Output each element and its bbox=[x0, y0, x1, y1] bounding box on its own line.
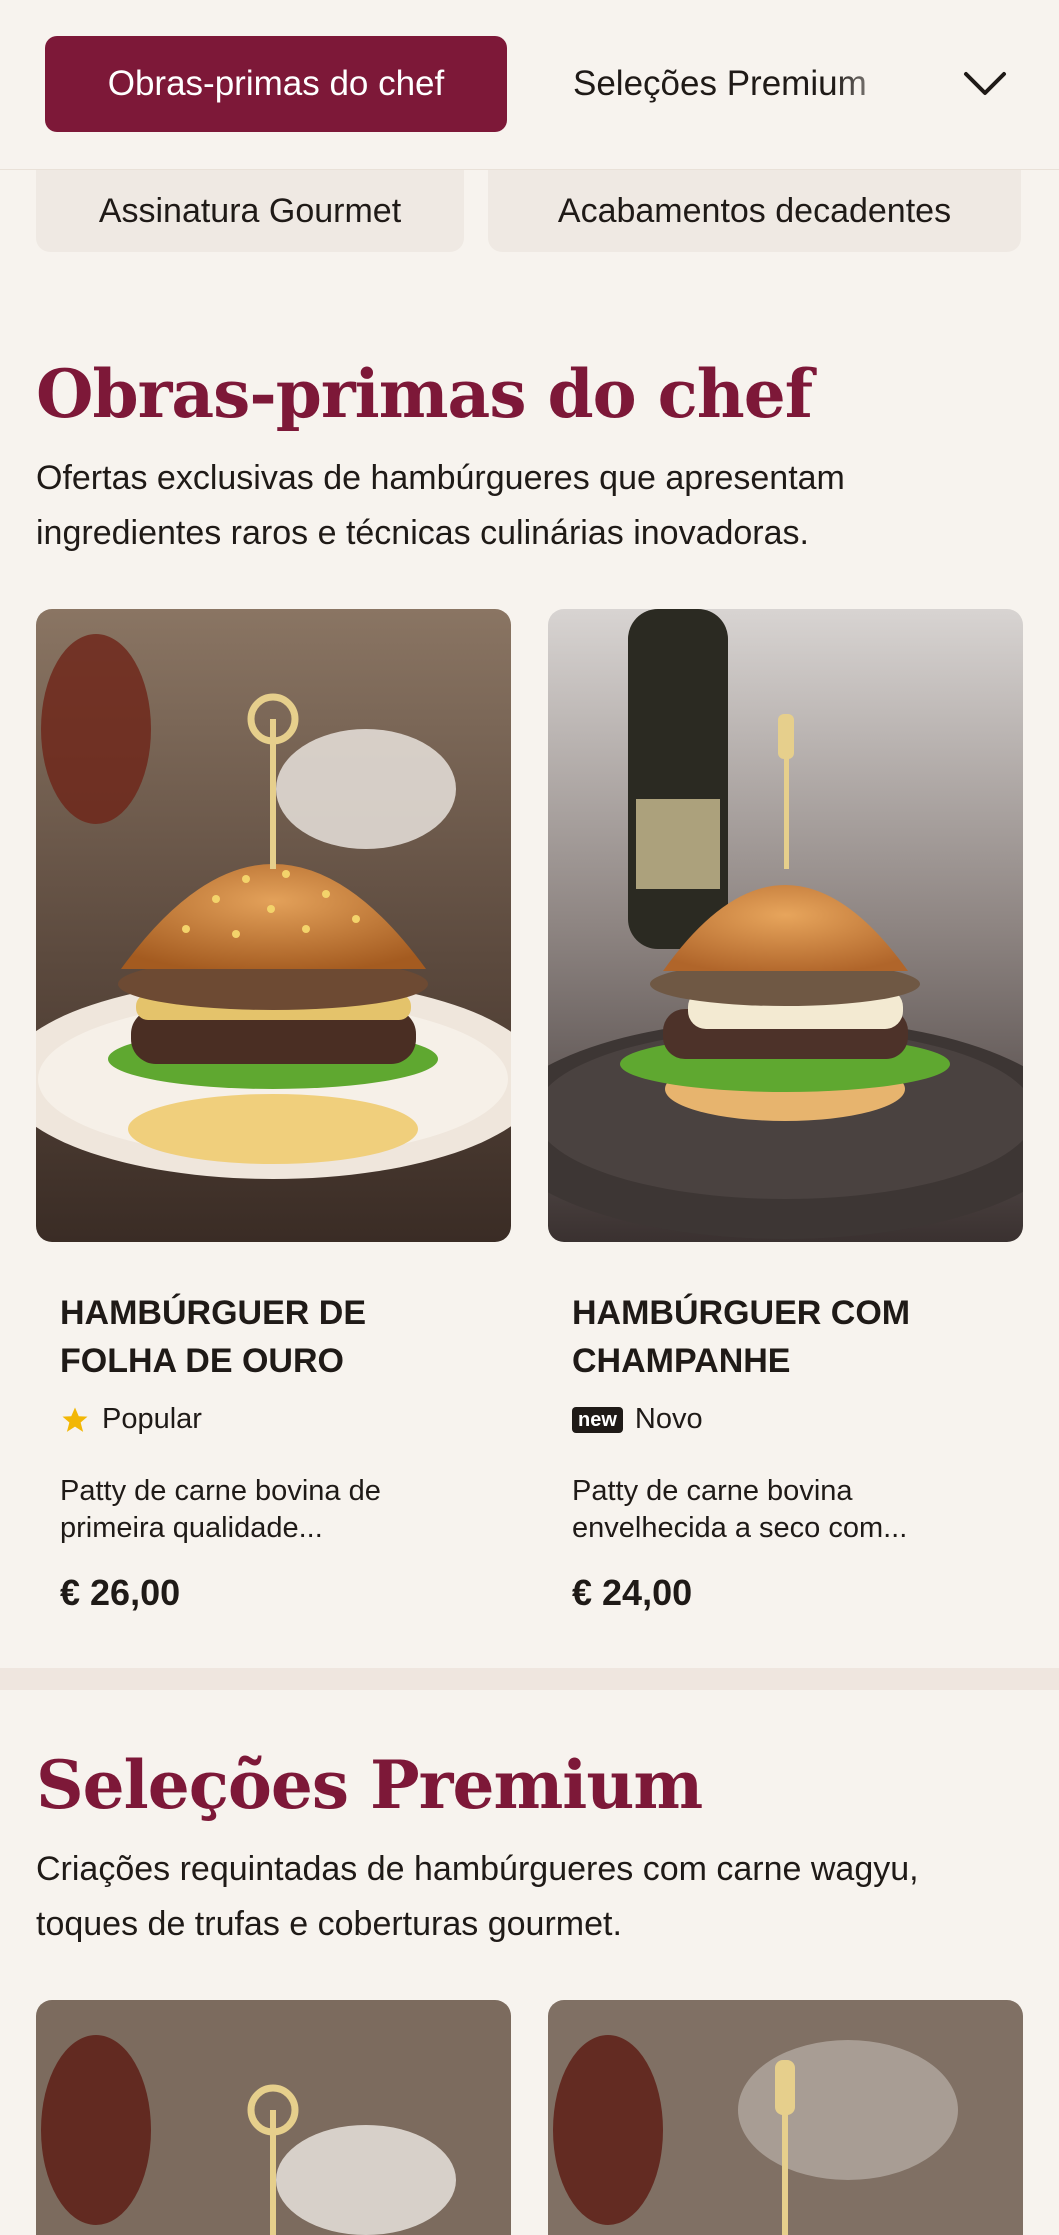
section-description: Criações requintadas de hambúrgueres com… bbox=[36, 1850, 919, 1943]
product-title[interactable]: HAMBÚRGUER DE FOLHA DE OURO bbox=[60, 1289, 480, 1385]
product-image-premium-1[interactable] bbox=[36, 2000, 511, 2235]
subcategory-row: Assinatura Gourmet Acabamentos decadente… bbox=[0, 170, 1059, 252]
tab-assinatura-gourmet[interactable]: Assinatura Gourmet bbox=[36, 170, 464, 252]
product-image-champagne-burger[interactable] bbox=[548, 609, 1023, 1242]
product-badge: new Novo bbox=[572, 1403, 703, 1436]
product-image-premium-2[interactable] bbox=[548, 2000, 1023, 2235]
section-divider bbox=[0, 1668, 1059, 1690]
tab-selecoes-premium-label: Seleções Premium bbox=[573, 64, 867, 103]
product-description: Patty de carne bovina de primeira qualid… bbox=[60, 1475, 381, 1544]
product-title[interactable]: HAMBÚRGUER COM CHAMPANHE bbox=[572, 1289, 992, 1385]
tab-acabamentos-decadentes[interactable]: Acabamentos decadentes bbox=[488, 170, 1021, 252]
tab-fade bbox=[833, 36, 913, 132]
product-image-gold-leaf-burger[interactable] bbox=[36, 609, 511, 1242]
category-nav: Obras-primas do chef Seleções Premium bbox=[0, 0, 1059, 170]
badge-label: Popular bbox=[102, 1403, 202, 1435]
product-price: € 26,00 bbox=[60, 1572, 181, 1613]
star-icon bbox=[62, 1407, 88, 1432]
product-badge: Popular bbox=[60, 1403, 202, 1436]
tab-selecoes-premium[interactable]: Seleções Premium bbox=[573, 36, 913, 132]
section-description: Ofertas exclusivas de hambúrgueres que a… bbox=[36, 459, 845, 552]
section-title: Seleções Premium bbox=[36, 1746, 703, 1824]
new-tag-icon: new bbox=[572, 1406, 623, 1433]
product-price: € 24,00 bbox=[572, 1572, 693, 1613]
product-description: Patty de carne bovina envelhecida a seco… bbox=[572, 1475, 908, 1544]
chevron-down-icon[interactable] bbox=[960, 62, 1010, 106]
section-title: Obras-primas do chef bbox=[36, 355, 813, 433]
badge-label: Novo bbox=[634, 1403, 703, 1435]
tab-obras-primas[interactable]: Obras-primas do chef bbox=[45, 36, 507, 132]
